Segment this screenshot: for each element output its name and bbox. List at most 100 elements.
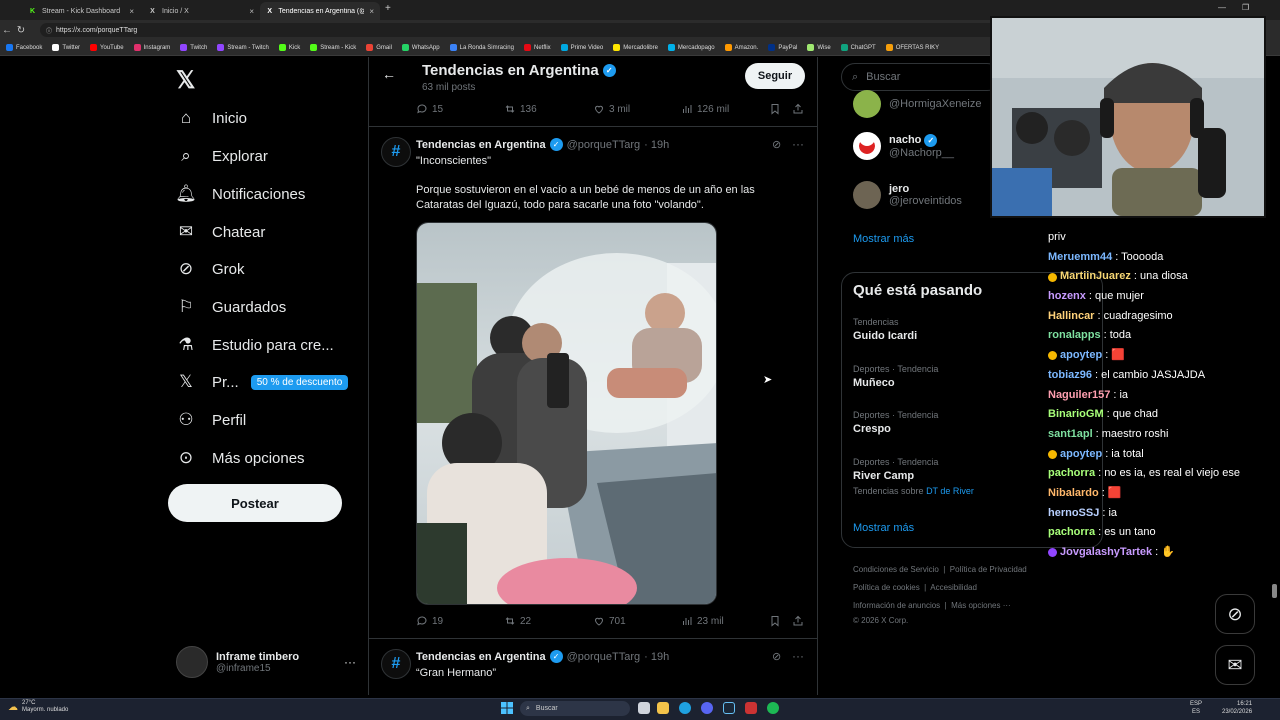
tweet-time[interactable]: · 19h — [644, 139, 669, 151]
trend-item[interactable]: Deportes · Tendencia River Camp Tendenci… — [853, 457, 974, 496]
messages-button[interactable]: ✉ — [1215, 645, 1255, 685]
nav-item-explorar[interactable]: ⌕ Explorar — [176, 146, 268, 166]
tweet-avatar[interactable]: # — [381, 649, 411, 679]
trend-item[interactable]: Tendencias Guido Icardi — [853, 317, 917, 342]
bookmark-item[interactable]: Twitch — [180, 44, 207, 51]
bookmark-item[interactable]: La Ronda Simracing — [449, 44, 514, 51]
tweet-author-name[interactable]: Tendencias en Argentina — [416, 139, 546, 151]
task-view-icon[interactable] — [638, 702, 650, 714]
repost-button[interactable]: 136 — [504, 103, 537, 115]
taskbar-search[interactable]: ⌕ Buscar — [520, 701, 630, 716]
who-to-follow-item[interactable]: @HormigaXeneize — [853, 90, 982, 118]
bookmark-item[interactable]: Gmail — [366, 44, 392, 51]
tweet-time[interactable]: · 19h — [644, 651, 669, 663]
repost-button[interactable]: 22 — [504, 615, 531, 627]
close-icon[interactable]: × — [249, 7, 254, 16]
new-tab-button[interactable]: + — [385, 3, 391, 14]
trend-item[interactable]: Deportes · Tendencia Crespo — [853, 410, 938, 435]
footer-link[interactable]: Condiciones de Servicio — [853, 565, 939, 574]
reply-button[interactable]: 15 — [416, 103, 443, 115]
bookmark-item[interactable]: Netflix — [523, 44, 551, 51]
share-button[interactable] — [792, 103, 804, 115]
show-more-link[interactable]: Mostrar más — [853, 233, 914, 245]
scrollbar[interactable] — [1272, 584, 1277, 598]
tab-inicio-x[interactable]: X Inicio / X × — [142, 2, 260, 20]
footer-link[interactable]: Política de Privacidad — [950, 565, 1027, 574]
like-button[interactable]: 701 — [593, 615, 626, 627]
grok-button[interactable]: ⊘ — [1215, 594, 1255, 634]
bookmark-item[interactable]: Kick — [278, 44, 300, 51]
nav-item-notificaciones[interactable]: 🔔︎ Notificaciones — [175, 184, 305, 204]
trend-sub-link[interactable]: DT de River — [926, 486, 974, 496]
bookmark-item[interactable]: Prime Video — [560, 44, 603, 51]
tweet-author-name[interactable]: Tendencias en Argentina — [416, 651, 546, 663]
grok-icon[interactable]: ⊘ — [772, 650, 781, 663]
tweet-author-handle[interactable]: @porqueTTarg — [567, 139, 641, 151]
bookmark-item[interactable]: Stream - Twitch — [217, 44, 269, 51]
x-logo-icon[interactable]: 𝕏 — [176, 66, 195, 95]
reply-button[interactable]: 19 — [416, 615, 443, 627]
more-icon[interactable]: ··· — [792, 137, 804, 151]
nav-item-más-opciones[interactable]: ⊙ Más opciones — [176, 448, 305, 468]
steam-icon[interactable] — [723, 702, 735, 714]
tweet-avatar[interactable]: # — [381, 137, 411, 167]
more-icon[interactable]: ··· — [792, 649, 804, 663]
minimize-icon[interactable]: — — [1218, 3, 1226, 12]
follow-button[interactable]: Seguir — [745, 63, 805, 89]
app-icon[interactable] — [745, 702, 757, 714]
grok-icon[interactable]: ⊘ — [772, 138, 781, 151]
tab-kick-dashboard[interactable]: K Stream - Kick Dashboard × — [22, 2, 140, 20]
reload-icon[interactable]: ↻ — [14, 25, 28, 36]
views-button[interactable]: 126 mil — [681, 103, 729, 115]
bookmark-button[interactable] — [769, 103, 781, 115]
footer-link[interactable]: Accesibilidad — [930, 583, 977, 592]
bookmark-item[interactable]: OFERTAS RIKY — [885, 44, 939, 51]
promo-badge[interactable]: 50 % de descuento — [250, 374, 349, 390]
nav-item-perfil[interactable]: ⚇ Perfil — [176, 410, 246, 430]
nav-item-pr[interactable]: 𝕏 Pr... 50 % de descuento — [176, 372, 349, 392]
trend-item[interactable]: Deportes · Tendencia Muñeco — [853, 364, 938, 389]
more-icon[interactable]: ··· — [344, 655, 356, 669]
windows-start-icon[interactable] — [500, 701, 514, 715]
post-button[interactable]: Postear — [168, 484, 342, 522]
bookmark-item[interactable]: PayPal — [768, 44, 797, 51]
bookmark-item[interactable]: Instagram — [133, 44, 170, 51]
back-icon[interactable]: ← — [0, 25, 14, 36]
nav-item-estudio-para-cre[interactable]: ⚗ Estudio para cre... — [176, 335, 333, 355]
nav-item-grok[interactable]: ⊘ Grok — [176, 259, 245, 279]
bookmark-item[interactable]: WhatsApp — [401, 44, 440, 51]
bookmark-item[interactable]: Stream - Kick — [310, 44, 356, 51]
nav-item-inicio[interactable]: ⌂ Inicio — [176, 108, 247, 128]
discord-icon[interactable] — [701, 702, 713, 714]
bookmark-item[interactable]: YouTube — [90, 44, 124, 51]
share-button[interactable] — [792, 615, 804, 627]
edge-icon[interactable] — [679, 702, 691, 714]
search-input[interactable]: ⌕ Buscar — [841, 63, 1001, 91]
nav-item-guardados[interactable]: ⚐ Guardados — [176, 297, 286, 317]
trends-show-more-link[interactable]: Mostrar más — [853, 522, 914, 534]
tweet-author-handle[interactable]: @porqueTTarg — [567, 651, 641, 663]
bookmark-item[interactable]: Amazon. — [724, 44, 758, 51]
who-to-follow-item[interactable]: nacho ✓ @Nachorp__ — [853, 132, 954, 160]
spotify-icon[interactable] — [767, 702, 779, 714]
tab-tendencias[interactable]: X Tendencias en Argentina (@porqu × — [260, 2, 380, 20]
account-switcher[interactable]: Inframe timbero @inframe15 ··· — [176, 644, 356, 680]
footer-link[interactable]: Más opciones ··· — [951, 601, 1011, 610]
weather-widget[interactable]: ☁ 27°C Mayorm. nublado — [8, 700, 68, 714]
back-arrow-icon[interactable]: ← — [382, 66, 396, 82]
bookmark-item[interactable]: Twitter — [52, 44, 80, 51]
url-field[interactable]: ⓘ https://x.com/porqueTTarg — [40, 23, 1000, 37]
footer-link[interactable]: Información de anuncios — [853, 601, 940, 610]
bookmark-item[interactable]: Mercadopago — [667, 44, 715, 51]
close-icon[interactable]: × — [369, 7, 374, 16]
maximize-icon[interactable]: ❐ — [1242, 3, 1249, 12]
bookmark-item[interactable]: ChatGPT — [840, 44, 876, 51]
nav-item-chatear[interactable]: ✉ Chatear — [176, 222, 266, 242]
footer-link[interactable]: Política de cookies — [853, 583, 920, 592]
bookmark-button[interactable] — [769, 615, 781, 627]
who-to-follow-item[interactable]: jero @jeroveintidos — [853, 181, 962, 209]
clock[interactable]: 16:21 23/02/2026 — [1222, 700, 1252, 716]
close-icon[interactable]: × — [129, 7, 134, 16]
bookmark-item[interactable]: Mercadolibre — [613, 44, 658, 51]
language-indicator[interactable]: ESP ES — [1190, 700, 1202, 716]
